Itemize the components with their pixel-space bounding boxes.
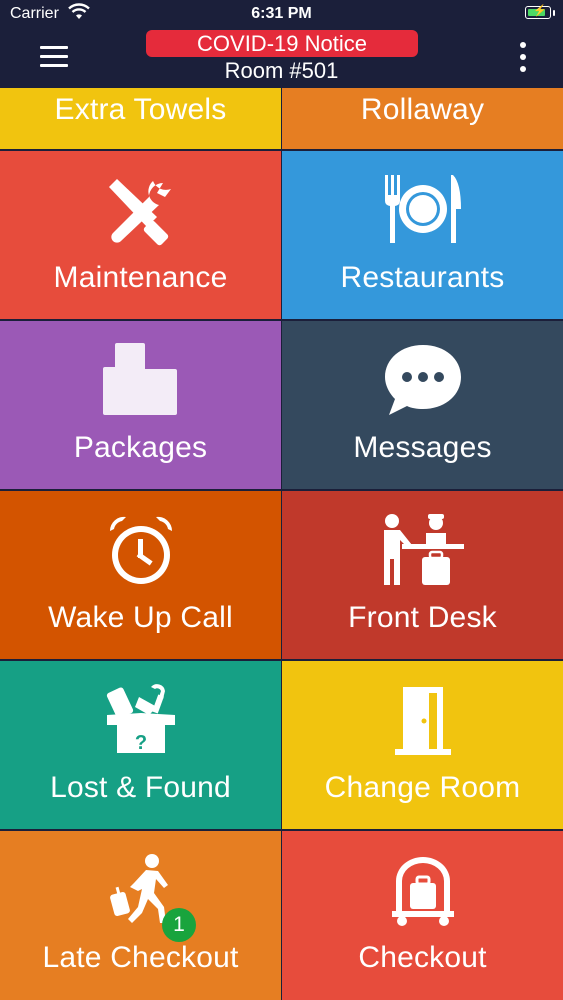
clock: 6:31 PM	[251, 5, 312, 22]
walking-traveler-icon	[109, 854, 168, 923]
status-bar: Carrier 6:31 PM ⚡	[0, 0, 563, 30]
tile-front-desk[interactable]: Front Desk	[282, 491, 563, 659]
reception-icon	[383, 514, 464, 585]
dining-icon	[384, 175, 461, 243]
tile-messages[interactable]: Messages	[282, 321, 563, 489]
tile-label: Change Room	[324, 771, 521, 804]
tile-wake-up-call[interactable]: Wake Up Call	[0, 491, 281, 659]
lost-box-icon: ?	[106, 684, 175, 754]
tile-lost-found[interactable]: ? Lost & Found	[0, 661, 281, 829]
boxes-icon	[102, 343, 177, 415]
battery-icon: ⚡	[525, 5, 551, 19]
luggage-cart-icon	[391, 857, 454, 926]
tile-maintenance[interactable]: Maintenance	[0, 151, 281, 319]
services-grid: Extra Towels Rollaway Maintenance Restau…	[0, 88, 563, 1000]
tile-label: Lost & Found	[50, 771, 231, 804]
tile-label: Maintenance	[53, 261, 228, 294]
tile-extra-towels[interactable]: Extra Towels	[0, 88, 281, 149]
room-number: Room #501	[224, 58, 339, 83]
door-icon	[394, 687, 451, 755]
tile-label: Checkout	[358, 941, 487, 974]
tools-icon	[108, 179, 171, 246]
question-mark: ?	[134, 732, 146, 754]
tile-label: Front Desk	[348, 601, 497, 634]
tile-label: Rollaway	[360, 93, 485, 126]
more-options-icon[interactable]	[513, 42, 533, 74]
tile-label: Extra Towels	[54, 93, 227, 126]
tile-label: Late Checkout	[42, 941, 239, 974]
tile-late-checkout[interactable]: Late Checkout 1	[0, 831, 281, 1000]
tile-change-room[interactable]: Change Room	[282, 661, 563, 829]
tile-label: Restaurants	[340, 261, 505, 294]
tile-checkout[interactable]: Checkout	[282, 831, 563, 1000]
tile-packages[interactable]: Packages	[0, 321, 281, 489]
chat-bubble-icon	[384, 345, 461, 415]
tile-label: Messages	[353, 431, 492, 464]
notification-badge: 1	[162, 908, 196, 942]
covid-notice-button[interactable]: COVID-19 Notice	[146, 30, 418, 57]
nav-bar: COVID-19 Notice Room #501	[0, 30, 563, 88]
tile-label: Packages	[73, 431, 208, 464]
tile-restaurants[interactable]: Restaurants	[282, 151, 563, 319]
tile-rollaway[interactable]: Rollaway	[282, 88, 563, 149]
alarm-clock-icon	[109, 516, 172, 584]
battery-tip	[553, 10, 555, 16]
tile-label: Wake Up Call	[48, 601, 233, 634]
